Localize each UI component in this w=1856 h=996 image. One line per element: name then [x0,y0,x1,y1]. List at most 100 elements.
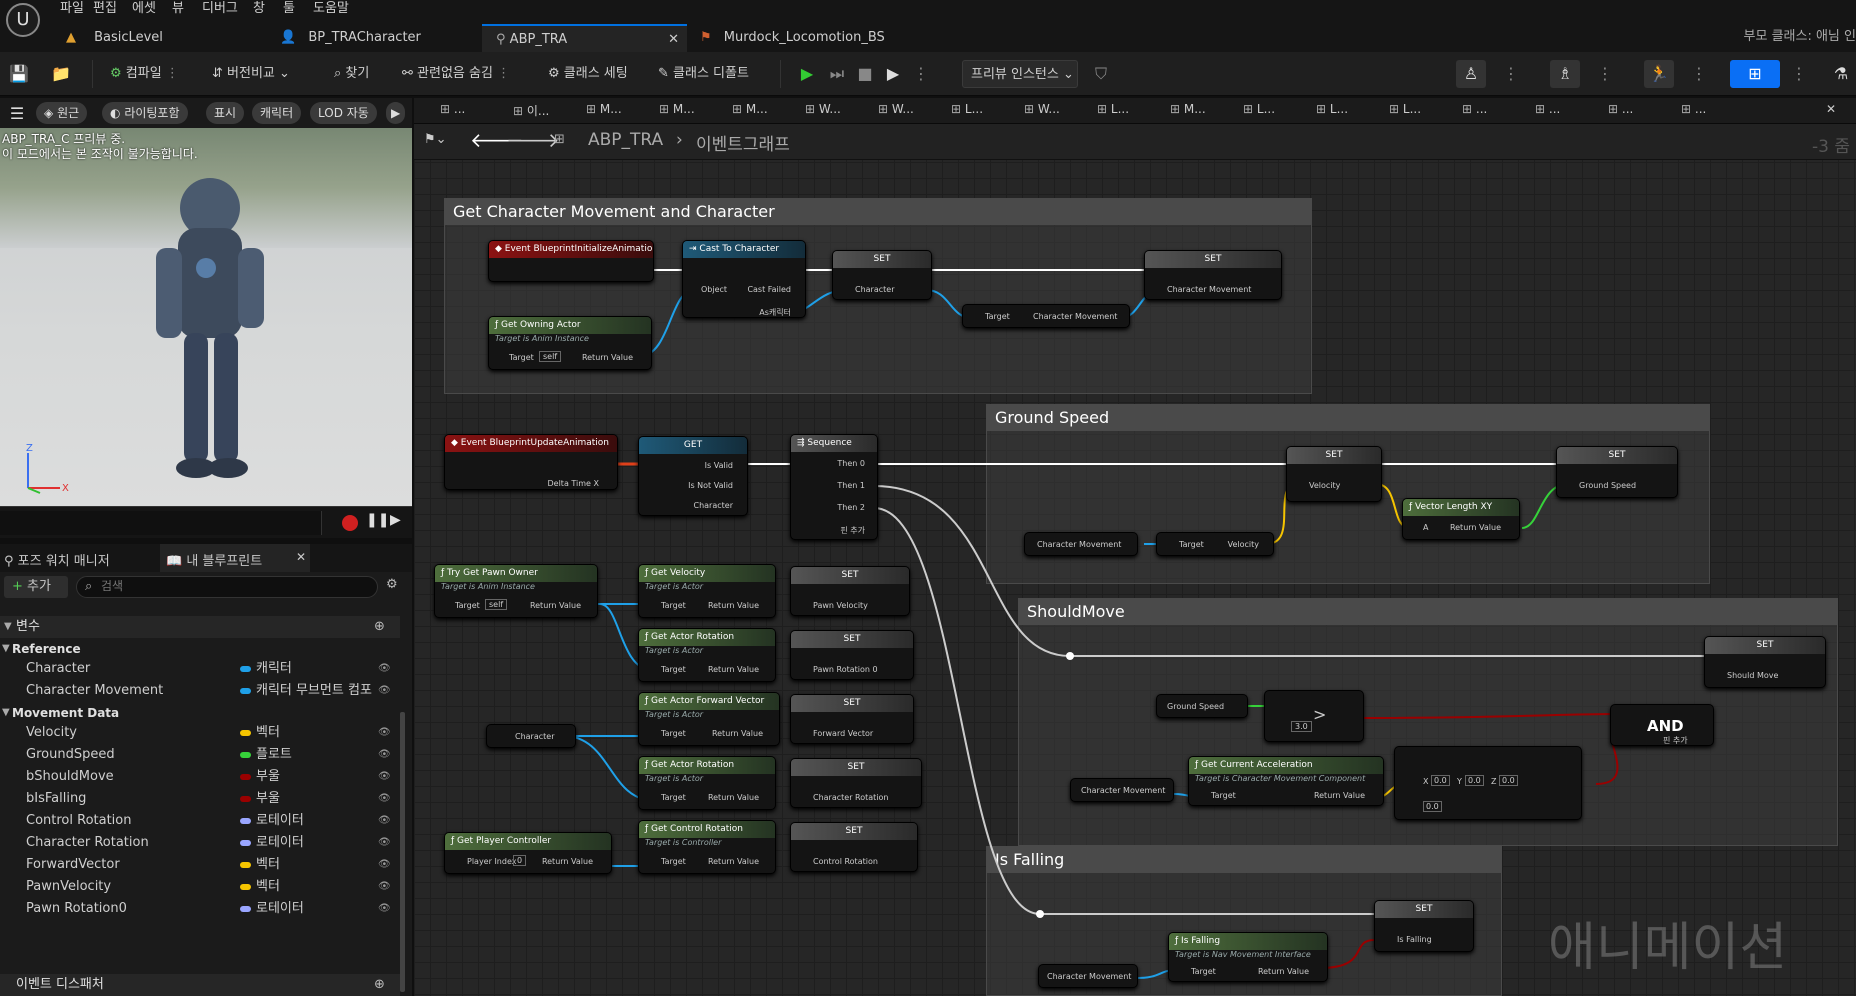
graph-tab[interactable]: ⊞ ... [1608,102,1633,116]
variable-row[interactable]: bIsFalling 부울 👁 [0,788,400,810]
graph-tab[interactable]: ⊞ M... [1170,102,1206,116]
node-cast-to-character[interactable]: ⇥ Cast To Character Object Cast Failed A… [682,240,806,318]
perspective-button[interactable]: ◈ 원근 [36,102,88,124]
node-try-get-pawn-owner[interactable]: ƒ Try Get Pawn Owner Target is Anim Inst… [434,564,598,618]
variable-row[interactable]: PawnVelocity 벡터 👁 [0,876,400,898]
simulate-icon[interactable]: ▶ [878,60,908,88]
step-icon[interactable]: ⏭ [822,60,852,88]
more-options-icon[interactable]: ⋮ [1590,60,1620,88]
node-greater-than[interactable]: > 3.0 [1264,690,1364,742]
node-get-owning-actor[interactable]: ƒ Get Owning Actor Target is Anim Instan… [488,316,652,370]
search-input[interactable] [101,579,361,593]
tab-murdock-locomotion-bs[interactable]: ⚑ Murdock_Locomotion_BS [700,24,900,52]
preview-instance-dropdown[interactable]: 프리뷰 인스턴스 ⌄ [962,60,1078,88]
node-set-character-rotation[interactable]: SET Character Rotation [790,758,922,808]
eye-visibility-icon[interactable]: 👁 [378,898,391,920]
lod-auto-button[interactable]: LOD 자동 [310,102,377,124]
node-set-is-falling[interactable]: SET Is Falling [1374,900,1474,952]
lit-mode-button[interactable]: ◐ 라이팅포함 [102,102,188,124]
scrollbar[interactable] [400,712,405,992]
menu-tools[interactable]: 툴 [283,0,295,18]
diff-button[interactable]: ⇵ 버전비교 ⌄ [212,60,290,88]
class-settings-button[interactable]: ⚙ 클래스 세팅 [548,60,628,88]
add-dispatcher-icon[interactable]: ⊕ [374,974,385,996]
variable-row[interactable]: Velocity 벡터 👁 [0,722,400,744]
graph-tab[interactable]: ⊞ L... [951,102,983,116]
hamburger-menu-icon[interactable]: ☰ [2,100,32,128]
preview-viewport[interactable]: Z X [0,128,412,506]
find-button[interactable]: ⌕ 찾기 [334,60,369,88]
node-set-control-rotation[interactable]: SET Control Rotation [790,822,918,872]
mesh-mode-icon[interactable]: ♗ [1550,60,1580,88]
node-vector-not-equal[interactable]: X 0.0 Y 0.0 Z 0.0 0.0 [1394,746,1582,820]
pause-icon[interactable]: ❚❚ [366,512,389,528]
node-and[interactable]: AND 핀 추가 [1610,704,1714,746]
variable-row[interactable]: bShouldMove 부울 👁 [0,766,400,788]
unreal-logo-icon[interactable]: U [6,3,40,37]
eye-visibility-icon[interactable]: 👁 [378,744,391,766]
hide-unrelated-button[interactable]: ⚯ 관련없음 숨김 ⋮ [402,60,510,88]
node-event-update-animation[interactable]: ◆ Event BlueprintUpdateAnimation Delta T… [444,434,618,490]
play-icon[interactable]: ▶ [386,102,406,124]
tab-pose-watch[interactable]: ⚲ 포즈 워치 매니저 [4,550,110,569]
graph-tab[interactable]: ⊞ L... [1097,102,1129,116]
blueprint-mode-icon[interactable]: ⊞ [1730,60,1780,88]
close-tab-icon[interactable]: ✕ [1826,102,1836,116]
graph-tab[interactable]: ⊞ L... [1243,102,1275,116]
graph-tab[interactable]: ⊞ L... [1316,102,1348,116]
forward-arrow-icon[interactable]: 🡒 [506,128,560,152]
skeleton-mode-icon[interactable]: ♙ [1456,60,1486,88]
node-get-player-controller[interactable]: ƒ Get Player Controller Player Index 0 R… [444,832,612,874]
eye-visibility-icon[interactable]: 👁 [378,854,391,876]
settings-gear-icon[interactable]: ⚙ [386,577,398,592]
graph-tab[interactable]: ⊞ ... [1535,102,1560,116]
breadcrumb-blueprint[interactable]: ABP_TRA [588,130,663,150]
close-tab-icon[interactable]: ✕ [296,550,306,564]
variable-row[interactable]: Character Rotation 로테이터 👁 [0,832,400,854]
node-get-velocity-gs[interactable]: Target Velocity [1156,532,1274,556]
node-get-character[interactable]: Character [486,724,576,748]
node-get-current-acceleration[interactable]: ƒ Get Current Acceleration Target is Cha… [1188,756,1384,806]
graph-tab[interactable]: ⊞ M... [659,102,695,116]
eye-visibility-icon[interactable]: 👁 [378,788,391,810]
node-is-valid[interactable]: GET Is Valid Is Not Valid Character [638,436,748,516]
node-set-should-move[interactable]: SET Should Move [1704,636,1826,688]
step-forward-icon[interactable]: ▶ [390,512,401,528]
graph-tab[interactable]: ⊞ ... [440,102,465,116]
node-get-velocity[interactable]: ƒ Get Velocity Target is Actor Target Re… [638,564,776,618]
physics-mode-icon[interactable]: ⚗ [1826,60,1856,88]
graph-tab[interactable]: ⊞ ... [1462,102,1487,116]
node-set-forward-vector[interactable]: SET Forward Vector [790,694,914,744]
graph-tab[interactable]: ⊞ M... [732,102,768,116]
timeline-scrub[interactable] [0,511,322,535]
eye-visibility-icon[interactable]: 👁 [378,810,391,832]
node-set-ground-speed[interactable]: SET Ground Speed [1556,446,1678,498]
menu-debug[interactable]: 디버그 [202,0,238,18]
eye-visibility-icon[interactable]: 👁 [378,722,391,744]
save-icon[interactable]: 💾 [4,60,34,88]
node-get-character-movement[interactable]: Target Character Movement [962,304,1130,328]
compile-button[interactable]: ⚙ 컴파일 ⋮ [110,60,179,88]
node-set-character-movement[interactable]: SET Character Movement [1144,250,1282,300]
character-button[interactable]: 캐릭터 [252,102,302,124]
breadcrumb-graph[interactable]: 이벤트그래프 [696,130,790,155]
node-set-velocity[interactable]: SET Velocity [1286,446,1382,502]
graph-tab[interactable]: ⊞ W... [805,102,841,116]
node-get-actor-forward-vector[interactable]: ƒ Get Actor Forward Vector Target is Act… [638,692,780,746]
graph-tab[interactable]: ⊞ L... [1389,102,1421,116]
node-is-falling-fn[interactable]: ƒ Is Falling Target is Nav Movement Inte… [1168,932,1328,982]
menu-window[interactable]: 창 [253,0,265,18]
eye-visibility-icon[interactable]: 👁 [378,658,391,680]
node-get-actor-rotation-2[interactable]: ƒ Get Actor Rotation Target is Actor Tar… [638,756,776,810]
search-box[interactable]: ⌕ [76,576,378,598]
class-defaults-button[interactable]: ✎ 클래스 디폴트 [658,60,749,88]
eye-visibility-icon[interactable]: 👁 [378,766,391,788]
variable-row[interactable]: Control Rotation 로테이터 👁 [0,810,400,832]
tab-my-blueprint[interactable]: 📖 내 블루프린트 [160,544,310,572]
bookmark-icon[interactable]: ⚑⌄ [424,132,447,147]
variable-category-header[interactable]: ▼ Reference [0,638,400,660]
animation-mode-icon[interactable]: 🏃 [1644,60,1674,88]
more-options-icon[interactable]: ⋮ [1784,60,1814,88]
menu-file[interactable]: 파일 [60,0,84,18]
record-icon[interactable] [342,515,358,531]
